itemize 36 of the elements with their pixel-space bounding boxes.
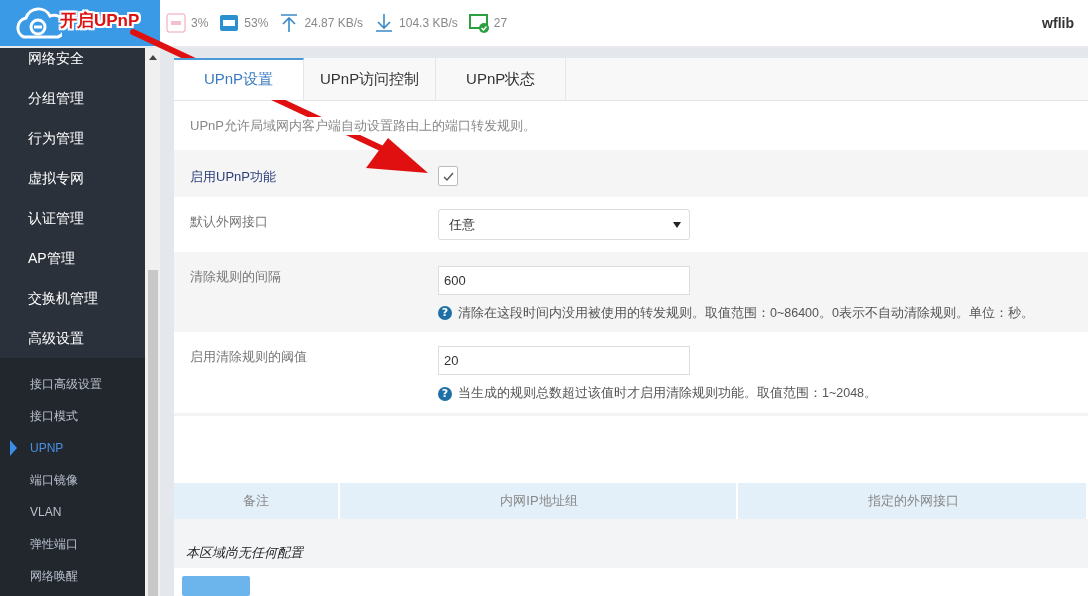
- field-label: 启用清除规则的阈值: [190, 348, 308, 367]
- stat-value: 53%: [244, 16, 269, 30]
- input-field[interactable]: 20: [438, 346, 690, 376]
- help-text: 当生成的规则总数超过该值时才启用清除规则功能。取值范围：1~2048。: [458, 385, 878, 403]
- empty-message: 本区域尚无任何配置: [186, 544, 303, 562]
- stat-value: 104.3 KB/s: [399, 16, 458, 30]
- annotation-label: 开启UPnP: [60, 10, 140, 32]
- nav-item[interactable]: 虚拟专网: [0, 158, 145, 198]
- nav-item[interactable]: 网络安全: [0, 38, 145, 78]
- nav-subitem[interactable]: 端口镜像: [0, 464, 145, 496]
- nav-item[interactable]: 认证管理: [0, 198, 145, 238]
- field-label: 清除规则的间隔: [190, 267, 282, 286]
- field-label: 默认外网接口: [190, 213, 269, 232]
- input-field[interactable]: 600: [438, 265, 690, 295]
- help-icon: ?: [438, 306, 452, 321]
- nav-subitem[interactable]: 弹性端口: [0, 528, 145, 560]
- stat-value: 24.87 KB/s: [304, 16, 364, 30]
- field-label: 启用UPnP功能: [190, 168, 277, 187]
- tab[interactable]: UPnP访问控制: [304, 58, 437, 100]
- nav-subitem[interactable]: VLAN: [0, 496, 145, 528]
- user-name[interactable]: wflib: [1042, 15, 1074, 31]
- help-text: 清除在这段时间内没用被使用的转发规则。取值范围：0~86400。0表示不自动清除规则。单位：秒。: [458, 304, 1034, 322]
- nav-item[interactable]: 行为管理: [0, 118, 145, 158]
- nav-item[interactable]: AP管理: [0, 238, 145, 278]
- nav-subitem[interactable]: 接口模式: [0, 400, 145, 432]
- tab[interactable]: UPnP状态: [436, 58, 567, 100]
- stat-value: 27: [493, 16, 508, 30]
- nav-subitem[interactable]: 网络唤醒: [0, 560, 145, 592]
- nav-subitem[interactable]: 接口高级设置: [0, 368, 145, 400]
- nav-subitem[interactable]: UPNP: [0, 432, 145, 464]
- help-icon: ?: [438, 386, 452, 401]
- nav-item[interactable]: 分组管理: [0, 78, 145, 118]
- nav-item[interactable]: 交换机管理: [0, 278, 145, 318]
- stat-value: 3%: [191, 16, 209, 30]
- tab[interactable]: UPnP设置: [174, 58, 304, 100]
- dropdown[interactable]: 任意: [438, 209, 690, 241]
